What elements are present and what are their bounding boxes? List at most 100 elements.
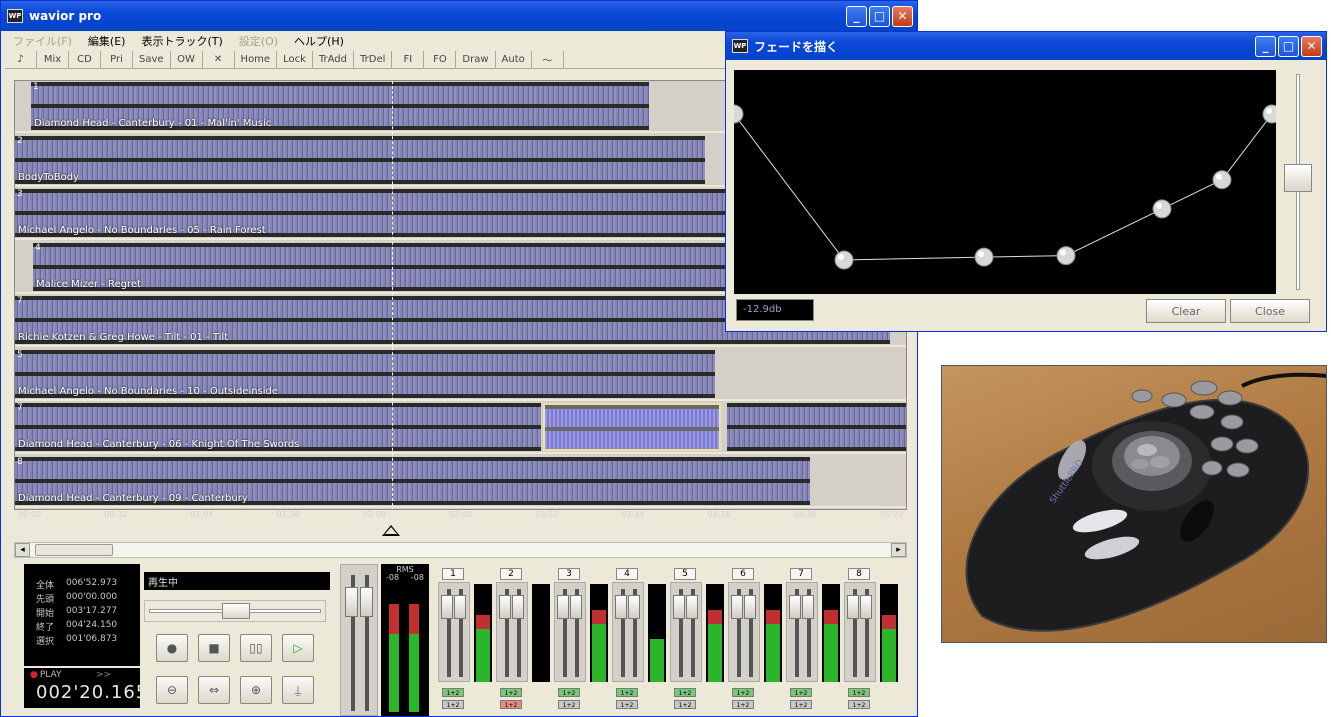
toolbar-button[interactable]: Pri <box>101 51 133 68</box>
channel-fader[interactable] <box>496 582 528 682</box>
menu-item[interactable]: 設定(O) <box>231 33 286 49</box>
master-fader-cap-right[interactable] <box>360 587 373 617</box>
channel-route-tag-a[interactable]: 1+2 <box>790 688 812 697</box>
track-row[interactable]: 5 Michael Angelo - No Boundaries - 10 - O… <box>15 349 906 401</box>
channel-fader-cap[interactable] <box>557 595 569 619</box>
playhead-marker[interactable] <box>382 525 400 536</box>
menu-item[interactable]: 編集(E) <box>80 33 134 49</box>
channel-fader[interactable] <box>612 582 644 682</box>
fade-close-button[interactable]: ✕ <box>1301 35 1322 57</box>
channel-fader-cap[interactable] <box>454 595 466 619</box>
channel-route-tag-a[interactable]: 1+2 <box>732 688 754 697</box>
channel-fader-cap[interactable] <box>512 595 524 619</box>
audio-clip[interactable]: 7 Diamond Head - Canterbury - 06 - Knight… <box>15 403 541 451</box>
fade-control-point[interactable] <box>834 250 854 270</box>
channel-route-tag-b[interactable]: 1+2 <box>558 700 580 709</box>
channel-number[interactable]: 5 <box>674 568 696 580</box>
fade-control-point[interactable] <box>1152 199 1172 219</box>
menu-item[interactable]: 表示トラック(T) <box>133 33 230 49</box>
fade-control-point[interactable] <box>974 247 994 267</box>
channel-route-tag-a[interactable]: 1+2 <box>558 688 580 697</box>
channel-route-tag-a[interactable]: 1+2 <box>500 688 522 697</box>
channel-route-tag-a[interactable]: 1+2 <box>442 688 464 697</box>
channel-route-tag-b[interactable]: 1+2 <box>442 700 464 709</box>
channel-number[interactable]: 1 <box>442 568 464 580</box>
audio-clip[interactable]: 8 Diamond Head - Canterbury - 09 - Canter… <box>15 456 810 505</box>
channel-number[interactable]: 3 <box>558 568 580 580</box>
play-button[interactable]: ▷ <box>282 634 314 662</box>
channel-fader-cap[interactable] <box>802 595 814 619</box>
plus-button[interactable]: ⊕ <box>240 676 272 704</box>
channel-fader-cap[interactable] <box>628 595 640 619</box>
channel-route-tag-b[interactable]: 1+2 <box>848 700 870 709</box>
master-fader[interactable] <box>340 564 378 716</box>
channel-route-tag-a[interactable]: 1+2 <box>848 688 870 697</box>
fade-control-point[interactable] <box>724 104 744 124</box>
channel-number[interactable]: 2 <box>500 568 522 580</box>
channel-fader[interactable] <box>438 582 470 682</box>
pause-button[interactable]: ▯▯ <box>240 634 272 662</box>
toolbar-button[interactable]: Mix <box>37 51 69 68</box>
toolbar-button[interactable]: OW <box>171 51 203 68</box>
position-slider-knob[interactable] <box>222 603 250 619</box>
clear-button[interactable]: Clear <box>1146 299 1226 323</box>
channel-number[interactable]: 6 <box>732 568 754 580</box>
channel-route-tag-b[interactable]: 1+2 <box>790 700 812 709</box>
channel-fader-cap[interactable] <box>789 595 801 619</box>
toolbar-button[interactable]: TrAdd <box>313 51 355 68</box>
toolbar-button[interactable]: TrDel <box>354 51 393 68</box>
fade-level-knob[interactable] <box>1284 164 1312 192</box>
channel-fader[interactable] <box>844 582 876 682</box>
audio-clip[interactable]: 5 Michael Angelo - No Boundaries - 10 - O… <box>15 349 715 398</box>
toolbar-button[interactable]: ✕ <box>203 51 235 68</box>
toolbar-button[interactable]: Home <box>235 51 278 68</box>
main-titlebar[interactable]: WP wavior pro _ □ ✕ <box>1 1 917 31</box>
toolbar-button[interactable]: Auto <box>496 51 532 68</box>
toolbar-button[interactable]: Lock <box>277 51 313 68</box>
loop-button[interactable]: ⇔ <box>198 676 230 704</box>
channel-fader-cap[interactable] <box>744 595 756 619</box>
audio-clip[interactable] <box>543 403 721 451</box>
scroll-right-arrow[interactable]: ▸ <box>891 543 906 557</box>
menu-item[interactable]: ファイル(F) <box>5 33 80 49</box>
close-button[interactable]: ✕ <box>892 5 913 27</box>
record-button[interactable]: ● <box>156 634 188 662</box>
channel-number[interactable]: 8 <box>848 568 870 580</box>
minus-button[interactable]: ⊖ <box>156 676 188 704</box>
toolbar-button[interactable]: FO <box>424 51 457 68</box>
master-fader-cap-left[interactable] <box>345 587 358 617</box>
fade-curve-svg[interactable] <box>724 70 1282 294</box>
toolbar-button[interactable]: FI <box>392 51 425 68</box>
channel-fader[interactable] <box>670 582 702 682</box>
fade-control-point[interactable] <box>1262 104 1282 124</box>
toolbar-button[interactable]: Draw <box>456 51 496 68</box>
toolbar-button[interactable]: 〜 <box>532 51 564 68</box>
fade-control-point[interactable] <box>1056 246 1076 266</box>
fade-dialog-titlebar[interactable]: WP フェードを描く _ □ ✕ <box>726 32 1326 60</box>
channel-fader[interactable] <box>554 582 586 682</box>
horizontal-scrollbar[interactable]: ◂ ▸ <box>14 542 907 558</box>
channel-fader-cap[interactable] <box>441 595 453 619</box>
timeline-ruler[interactable]: 00:00 00:32 01:04 01:36 02:08 02:40 03:12 03:44… <box>14 510 907 524</box>
channel-fader-cap[interactable] <box>847 595 859 619</box>
channel-fader[interactable] <box>728 582 760 682</box>
track-row[interactable]: 7 Diamond Head - Canterbury - 06 - Knight… <box>15 402 906 454</box>
channel-route-tag-b[interactable]: 1+2 <box>674 700 696 709</box>
channel-route-tag-a[interactable]: 1+2 <box>616 688 638 697</box>
channel-fader-cap[interactable] <box>860 595 872 619</box>
mark-button[interactable]: ⍊ <box>282 676 314 704</box>
close-dialog-button[interactable]: Close <box>1230 299 1310 323</box>
fade-level-slider[interactable] <box>1278 70 1318 294</box>
toolbar-button[interactable]: ♪ <box>5 51 37 68</box>
fade-control-point[interactable] <box>1212 170 1232 190</box>
channel-fader[interactable] <box>786 582 818 682</box>
channel-route-tag-a[interactable]: 1+2 <box>674 688 696 697</box>
toolbar-button[interactable]: Save <box>133 51 171 68</box>
scroll-left-arrow[interactable]: ◂ <box>15 543 30 557</box>
toolbar-button[interactable]: CD <box>69 51 101 68</box>
track-row[interactable]: 8 Diamond Head - Canterbury - 09 - Canter… <box>15 456 906 508</box>
minimize-button[interactable]: _ <box>846 5 867 27</box>
channel-fader-cap[interactable] <box>686 595 698 619</box>
fade-minimize-button[interactable]: _ <box>1255 35 1276 57</box>
scroll-thumb[interactable] <box>35 544 113 556</box>
